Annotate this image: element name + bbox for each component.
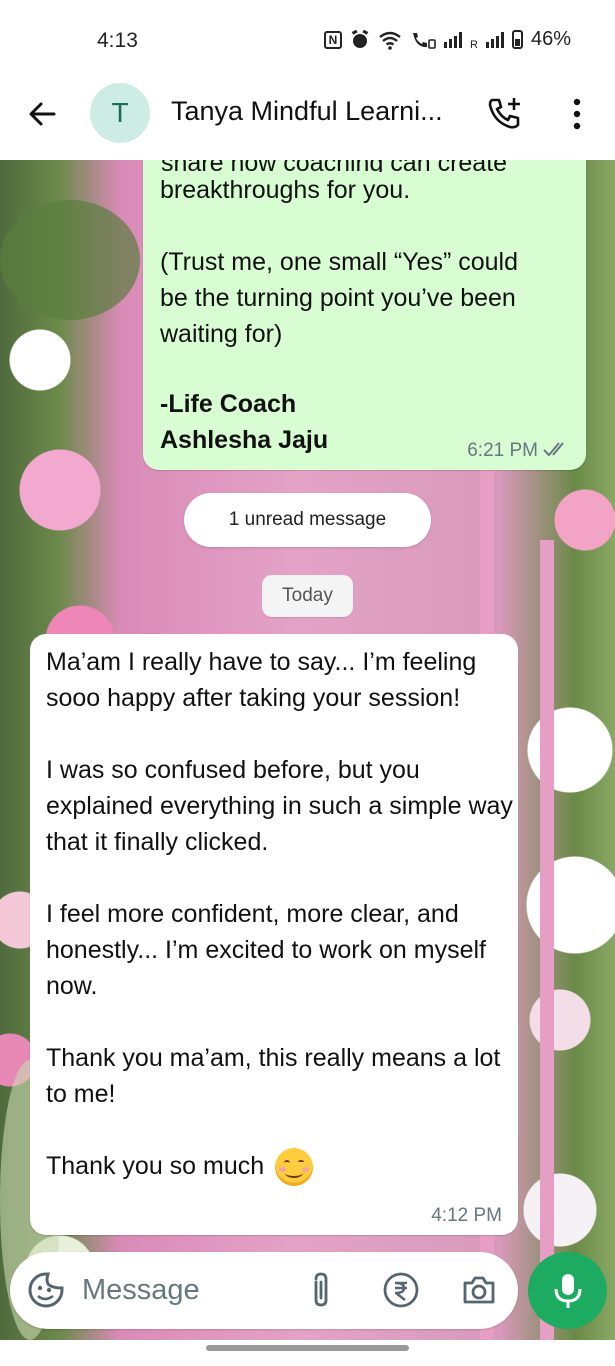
message-paragraph: I was so confused before, but you explai… <box>46 756 513 856</box>
add-call-icon[interactable] <box>486 94 526 134</box>
signal-icon-2 <box>485 31 504 48</box>
mic-button[interactable] <box>528 1252 607 1329</box>
incoming-message[interactable]: Ma’am I really have to say... I’m feelin… <box>30 634 518 1235</box>
signal-icon <box>444 31 463 48</box>
sticker-icon[interactable] <box>26 1270 66 1310</box>
message-paragraph: Thank you so much <box>46 1152 265 1180</box>
attach-icon[interactable] <box>307 1270 335 1310</box>
wallpaper-trellis-2 <box>540 540 554 1340</box>
battery-percent: 46% <box>530 28 571 50</box>
message-input[interactable] <box>82 1268 292 1312</box>
outgoing-message[interactable]: share how coaching can create breakthrou… <box>143 160 586 470</box>
message-cut-line: share how coaching can create <box>161 160 507 172</box>
unread-divider: 1 unread message <box>184 493 431 547</box>
message-time: 4:12 PM <box>431 1205 502 1226</box>
message-paragraph: I feel more confident, more clear, and h… <box>46 900 486 1000</box>
home-indicator[interactable] <box>206 1345 409 1351</box>
wallpaper-foliage <box>0 200 140 320</box>
outgoing-message-text: breakthroughs for you. (Trust me, one sm… <box>160 176 518 348</box>
message-paragraph: Thank you ma’am, this really means a lot… <box>46 1044 501 1108</box>
status-bar: 4:13 N R 46% <box>0 0 615 72</box>
contact-name[interactable]: Tanya Mindful Learni... <box>171 96 471 127</box>
battery-icon <box>511 30 523 49</box>
message-composer <box>10 1252 518 1329</box>
chat-header: T Tanya Mindful Learni... <box>0 72 615 160</box>
rupee-icon[interactable] <box>382 1270 420 1310</box>
mic-icon <box>554 1274 582 1308</box>
avatar[interactable]: T <box>90 83 150 143</box>
wifi-icon <box>379 31 401 50</box>
double-check-icon <box>543 442 564 457</box>
camera-icon[interactable] <box>460 1270 498 1310</box>
more-vert-icon[interactable] <box>565 94 589 134</box>
message-paragraph: Ma’am I really have to say... I’m feelin… <box>46 648 477 712</box>
date-divider: Today <box>262 575 353 617</box>
roaming-label: R <box>470 39 478 51</box>
message-paragraph-last: Thank you so much <box>46 1148 516 1187</box>
wifi-calling-icon <box>413 32 436 49</box>
smiling-face-emoji-icon <box>275 1148 314 1187</box>
status-icons: N R 46% <box>324 28 571 51</box>
incoming-message-text: Ma’am I really have to say... I’m feelin… <box>46 644 516 1187</box>
back-arrow-icon[interactable] <box>24 96 60 132</box>
chat-area[interactable]: share how coaching can create breakthrou… <box>0 160 615 1340</box>
navigation-bar <box>0 1340 615 1366</box>
status-time: 4:13 <box>97 29 138 52</box>
message-time: 6:21 PM <box>467 440 538 461</box>
outgoing-message-signature: -Life Coach Ashlesha Jaju <box>160 390 329 454</box>
nfc-icon: N <box>324 30 343 49</box>
alarm-icon <box>351 29 369 48</box>
